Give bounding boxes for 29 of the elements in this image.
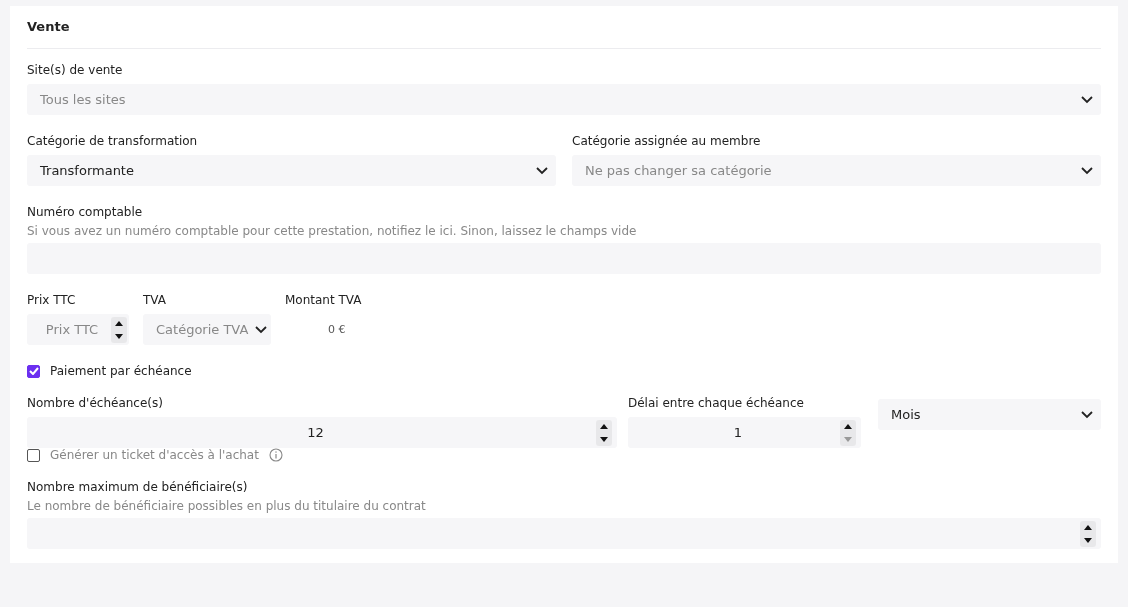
chevron-down-icon [1081, 166, 1093, 175]
transformation-select[interactable]: Transformante [27, 155, 556, 186]
field-label: Prix TTC [27, 293, 77, 307]
checkbox-label: Générer un ticket d'accès à l'achat [50, 448, 259, 462]
field-label: Catégorie de transformation [27, 134, 199, 148]
chevron-down-icon [536, 166, 548, 175]
field-label: Numéro comptable [27, 205, 144, 219]
section-title: Vente [27, 20, 71, 36]
max-beneficiaries-input[interactable] [27, 518, 1101, 549]
installments-count-input[interactable]: 12 [27, 417, 617, 448]
field-label: TVA [143, 293, 167, 307]
field-hint: Si vous avez un numéro comptable pour cette prestation, notifiez le ici. Sinon, laissez le champs vide [27, 224, 638, 238]
field-label: Site(s) de vente [27, 63, 124, 77]
vat-amount: 0 € [328, 323, 347, 336]
field-label: Nombre d'échéance(s) [27, 396, 164, 410]
checkbox[interactable] [27, 364, 40, 378]
field-hint: Le nombre de bénéficiaire possibles en plus du titulaire du contrat [27, 499, 427, 513]
delay-unit-select[interactable]: Mois [878, 399, 1101, 430]
checkbox-label: Paiement par échéance [50, 364, 192, 378]
chevron-down-icon [1081, 410, 1093, 419]
field-label: Montant TVA [285, 293, 362, 307]
info-icon[interactable] [268, 448, 283, 462]
field-label: Nombre maximum de bénéficiaire(s) [27, 480, 249, 494]
chevron-down-icon [1081, 95, 1093, 104]
checkbox[interactable] [27, 448, 40, 462]
chevron-down-icon [255, 325, 267, 334]
field-label: Catégorie assignée au membre [572, 134, 762, 148]
installment-delay-input[interactable]: 1 [628, 417, 861, 448]
field-label: Délai entre chaque échéance [628, 396, 805, 410]
